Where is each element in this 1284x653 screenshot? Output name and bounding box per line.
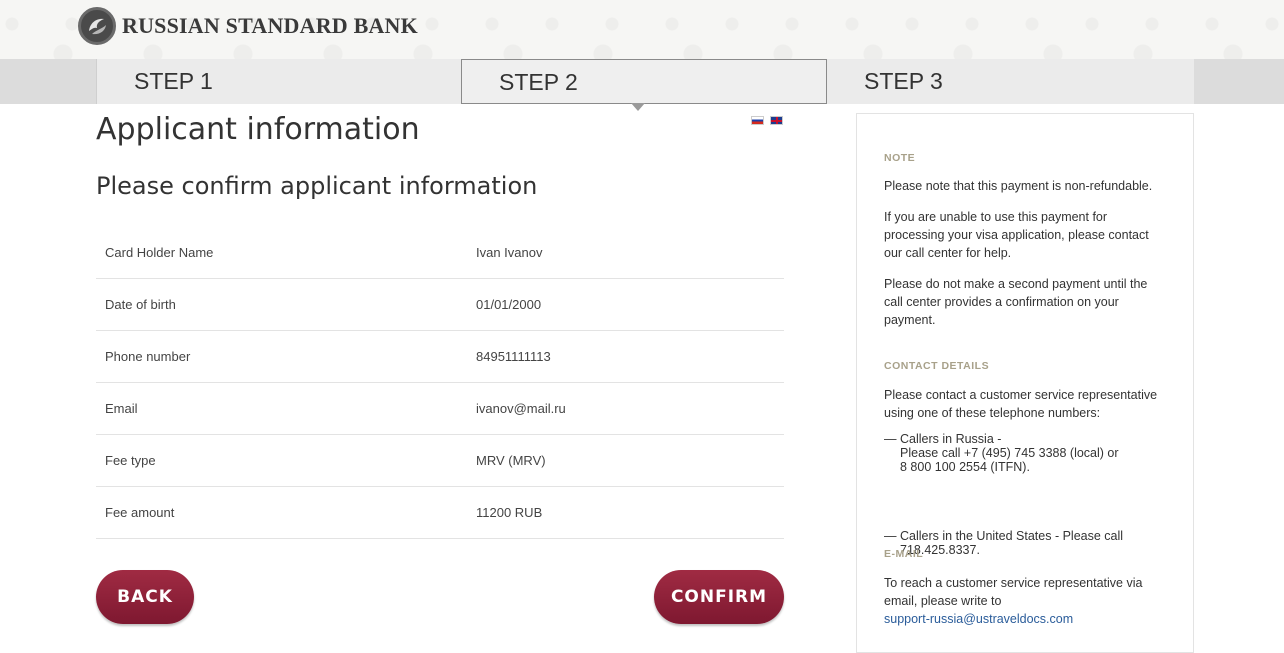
header: RUSSIAN STANDARD BANK bbox=[0, 0, 1284, 60]
note-text: Please do not make a second payment unti… bbox=[884, 277, 1148, 327]
bank-name: RUSSIAN STANDARD BANK bbox=[122, 13, 418, 38]
table-row: Fee type MRV (MRV) bbox=[96, 435, 784, 487]
confirm-button[interactable]: CONFIRM bbox=[654, 570, 784, 624]
language-switcher bbox=[751, 116, 783, 125]
table-row: Email ivanov@mail.ru bbox=[96, 383, 784, 435]
step-3: STEP 3 bbox=[827, 59, 1194, 104]
row-label: Date of birth bbox=[105, 297, 176, 312]
page-subtitle: Please confirm applicant information bbox=[96, 172, 538, 200]
note-text: Please note that this payment is non-ref… bbox=[884, 179, 1153, 193]
row-value: ivanov@mail.ru bbox=[476, 401, 566, 416]
row-label: Card Holder Name bbox=[105, 245, 214, 260]
support-email-link[interactable]: support-russia@ustraveldocs.com bbox=[884, 610, 1169, 628]
back-button[interactable]: BACK bbox=[96, 570, 194, 624]
info-sidebar: NOTE Please note that this payment is no… bbox=[856, 113, 1194, 653]
applicant-info-table: Card Holder Name Ivan Ivanov Date of bir… bbox=[96, 227, 784, 539]
email-heading: E-MAIL bbox=[884, 548, 924, 560]
russian-flag-icon[interactable] bbox=[751, 116, 764, 125]
contact-russia-line: 8 800 100 2554 (ITFN). bbox=[900, 460, 1030, 474]
dash-bullet: — bbox=[884, 432, 897, 446]
note-text: If you are unable to use this payment fo… bbox=[884, 210, 1149, 260]
table-row: Fee amount 11200 RUB bbox=[96, 487, 784, 539]
row-value: 84951111113 bbox=[476, 349, 551, 364]
bank-logo[interactable]: RUSSIAN STANDARD BANK bbox=[78, 7, 418, 45]
table-row: Card Holder Name Ivan Ivanov bbox=[96, 227, 784, 279]
contact-russia-line: Callers in Russia - bbox=[900, 432, 1002, 446]
contact-intro: Please contact a customer service repres… bbox=[884, 388, 1158, 420]
row-label: Fee type bbox=[105, 453, 156, 468]
contact-heading: CONTACT DETAILS bbox=[884, 360, 990, 372]
contact-russia: — Callers in Russia - Please call +7 (49… bbox=[884, 432, 1185, 474]
row-value: Ivan Ivanov bbox=[476, 245, 543, 260]
table-row: Date of birth 01/01/2000 bbox=[96, 279, 784, 331]
english-flag-icon[interactable] bbox=[770, 116, 783, 125]
page-title: Applicant information bbox=[96, 112, 420, 147]
step-1: STEP 1 bbox=[96, 59, 461, 104]
dash-bullet: — bbox=[884, 529, 897, 543]
bank-emblem-icon bbox=[78, 7, 116, 45]
step-2-active: STEP 2 bbox=[461, 59, 827, 104]
row-label: Email bbox=[105, 401, 138, 416]
step-progress-bar: STEP 1 STEP 2 STEP 3 bbox=[0, 59, 1284, 104]
email-intro: To reach a customer service representati… bbox=[884, 576, 1143, 608]
contact-russia-line: Please call +7 (495) 745 3388 (local) or bbox=[900, 446, 1119, 460]
row-label: Fee amount bbox=[105, 505, 175, 520]
row-value: 01/01/2000 bbox=[476, 297, 542, 312]
row-value: MRV (MRV) bbox=[476, 453, 546, 468]
note-heading: NOTE bbox=[884, 152, 916, 164]
table-row: Phone number 84951111113 bbox=[96, 331, 784, 383]
contact-us-line: Callers in the United States - Please ca… bbox=[900, 529, 1124, 543]
row-value: 11200 RUB bbox=[476, 505, 543, 520]
row-label: Phone number bbox=[105, 349, 191, 364]
active-step-pointer-icon bbox=[631, 103, 645, 111]
